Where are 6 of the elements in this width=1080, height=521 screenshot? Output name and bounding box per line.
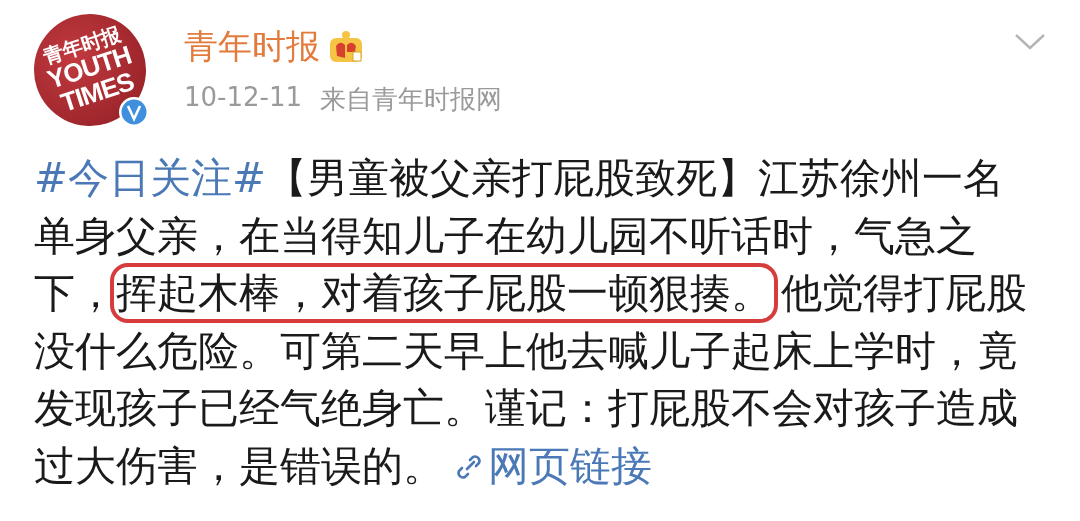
topic-link[interactable]: #今日关注#: [34, 154, 266, 202]
post-source: 来自青年时报网: [320, 82, 502, 116]
post-text: #今日关注#【男童被父亲打屁股致死】江苏徐州一名单身父亲，在当得知儿子在幼儿园不听话时，气急之下，挥起木棒，对着孩子屁股一顿狠揍。 他觉得打屁股没什么危险。可第二天早上他去喊儿子起床上学时，竟发现孩子已经气绝身亡。谨记：打屁股不会对孩子造成过大伤害，是错误的。 网页链接: [34, 153, 1028, 492]
post-time: 10-12-11: [184, 81, 302, 114]
author-name[interactable]: 青年时报: [184, 23, 320, 70]
web-link[interactable]: 网页链接: [488, 441, 652, 490]
